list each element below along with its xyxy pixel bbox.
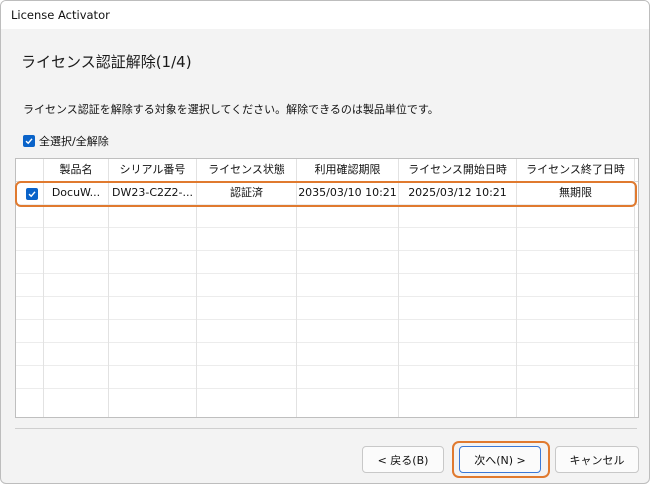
instruction-text: ライセンス認証を解除する対象を選択してください。解除できるのは製品単位です。 (23, 103, 439, 116)
row-highlight-frame (15, 181, 637, 207)
column-header-product[interactable]: 製品名 (44, 159, 108, 181)
cancel-button[interactable]: キャンセル (555, 446, 639, 473)
column-header-confirm-deadline[interactable]: 利用確認期限 (297, 159, 398, 181)
next-button-highlight-frame (452, 441, 550, 478)
license-activator-window: License Activator ライセンス認証解除(1/4) ライセンス認証… (0, 0, 650, 484)
back-button[interactable]: < 戻る(B) (362, 446, 444, 473)
column-header-status[interactable]: ライセンス状態 (197, 159, 296, 181)
page-heading: ライセンス認証解除(1/4) (21, 53, 192, 71)
checkbox-checked-icon (23, 135, 35, 147)
column-header-start[interactable]: ライセンス開始日時 (399, 159, 516, 181)
window-title: License Activator (11, 8, 110, 22)
select-all-label: 全選択/全解除 (39, 135, 109, 148)
select-all-checkbox[interactable]: 全選択/全解除 (23, 133, 109, 149)
column-header-serial[interactable]: シリアル番号 (109, 159, 196, 181)
footer-divider (15, 428, 637, 429)
column-header-end[interactable]: ライセンス終了日時 (517, 159, 634, 181)
title-bar: License Activator (1, 1, 649, 29)
